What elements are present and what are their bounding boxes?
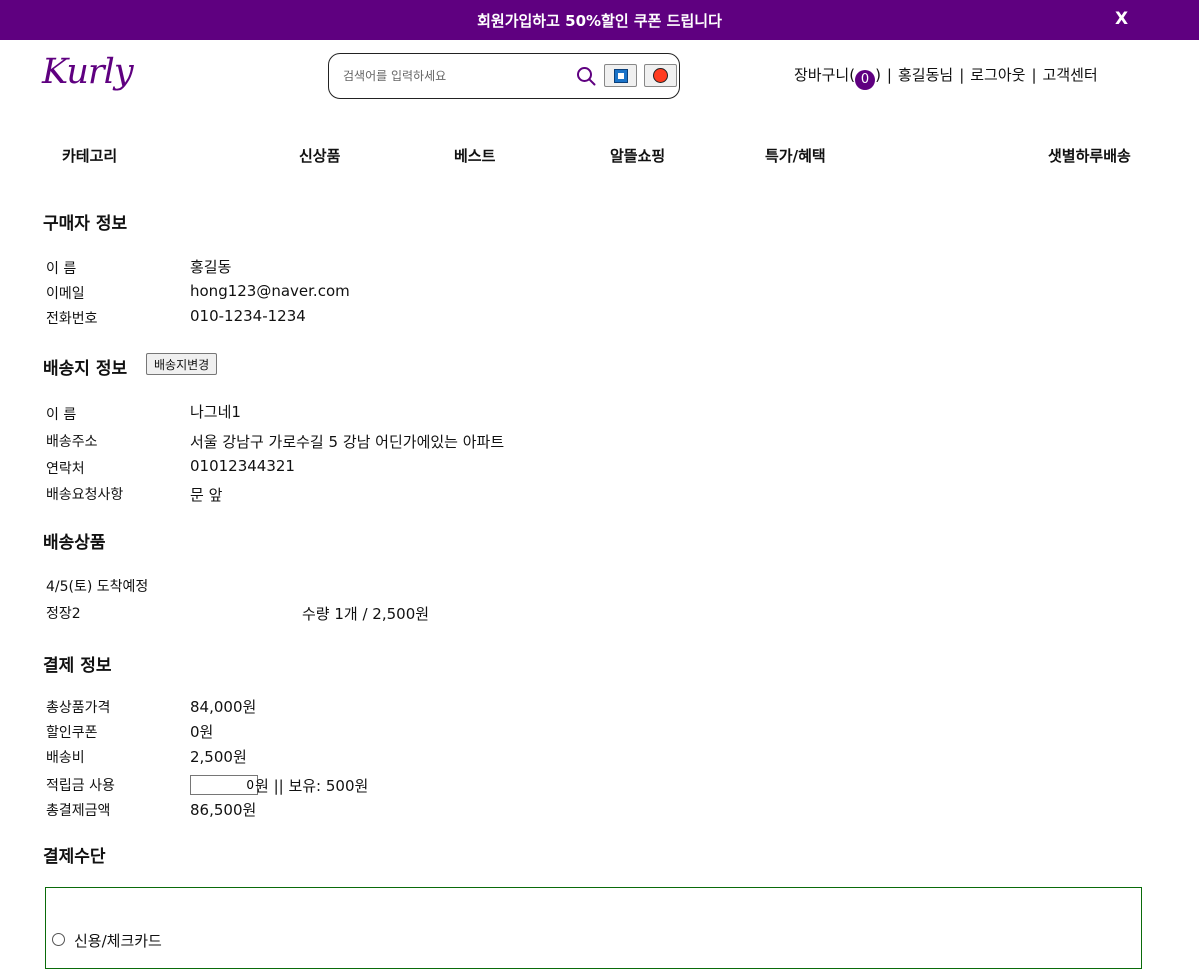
location-icon	[614, 69, 628, 83]
buyer-email-label: 이메일	[46, 286, 85, 302]
card-option-label[interactable]: 신용/체크카드	[74, 930, 162, 951]
nav-thrifty-shopping[interactable]: 알뜰쇼핑	[610, 145, 665, 166]
payment-info-title: 결제 정보	[43, 656, 112, 676]
shipping-fee-value: 2,500원	[190, 748, 247, 766]
buyer-phone-value: 010-1234-1234	[190, 307, 306, 325]
delivery-request-label: 배송요청사항	[46, 487, 124, 503]
logout-link[interactable]: 로그아웃	[970, 66, 1025, 84]
card-radio[interactable]	[52, 933, 65, 946]
promo-banner: 회원가입하고 50%할인 쿠폰 드립니다 X	[0, 0, 1199, 40]
search-input[interactable]	[341, 65, 565, 87]
close-banner-button[interactable]: X	[1115, 9, 1128, 29]
total-product-price-label: 총상품가격	[46, 700, 111, 716]
location-button[interactable]	[604, 64, 637, 87]
total-payment-label: 총결제금액	[46, 803, 111, 819]
buyer-name-label: 이 름	[46, 261, 77, 277]
search-icon[interactable]	[576, 66, 596, 86]
delivery-request-value: 문 앞	[190, 486, 223, 504]
nav-dawn-delivery[interactable]: 샛별하루배송	[1048, 145, 1131, 166]
coupon-label: 할인쿠폰	[46, 725, 98, 741]
divider: |	[1031, 66, 1037, 84]
recipient-name-label: 이 름	[46, 407, 77, 423]
arrival-date: 4/5(토) 도착예정	[46, 579, 149, 595]
buyer-email-value: hong123@naver.com	[190, 282, 350, 300]
cart-count-badge: 0	[855, 70, 876, 90]
nav-best[interactable]: 베스트	[454, 145, 495, 166]
contact-value: 01012344321	[190, 457, 295, 475]
divider: |	[886, 66, 892, 84]
coupon-value: 0원	[190, 723, 214, 741]
product-name: 정장2	[46, 606, 81, 622]
promo-banner-text: 회원가입하고 50%할인 쿠폰 드립니다	[477, 12, 722, 30]
user-links: 장바구니(0) | 홍길동님 | 로그아웃 | 고객센터	[794, 64, 1098, 90]
total-payment-value: 86,500원	[190, 801, 257, 819]
buyer-info-title: 구매자 정보	[43, 214, 128, 234]
delivery-products-title: 배송상품	[43, 533, 106, 553]
points-use-label: 적립금 사용	[46, 778, 115, 794]
shipping-address-value: 서울 강남구 가로수길 5 강남 어딘가에있는 아파트	[190, 433, 505, 451]
nav-special-deals[interactable]: 특가/혜택	[765, 145, 826, 166]
kurly-logo[interactable]: Kurly	[42, 52, 134, 92]
payment-method-box: 신용/체크카드	[45, 887, 1142, 969]
payment-method-title: 결제수단	[43, 847, 106, 867]
nav-new-products[interactable]: 신상품	[299, 145, 340, 166]
divider: |	[959, 66, 965, 84]
recipient-name-value: 나그네1	[190, 403, 241, 421]
product-quantity-price: 수량 1개 / 2,500원	[302, 605, 430, 623]
points-input[interactable]	[190, 775, 258, 795]
buyer-phone-label: 전화번호	[46, 311, 98, 327]
total-product-price-value: 84,000원	[190, 698, 257, 716]
search-box	[328, 53, 680, 99]
shipping-info-title: 배송지 정보	[43, 359, 128, 379]
cart-link[interactable]: 장바구니(0)	[794, 66, 881, 90]
contact-label: 연락처	[46, 461, 85, 477]
points-balance: 원 || 보유: 500원	[255, 777, 369, 795]
change-address-button[interactable]: 배송지변경	[146, 353, 218, 375]
record-icon	[653, 68, 668, 83]
shipping-fee-label: 배송비	[46, 750, 85, 766]
cart-label: 장바구니	[794, 66, 850, 84]
record-button[interactable]	[644, 64, 677, 87]
support-link[interactable]: 고객센터	[1043, 66, 1098, 84]
shipping-address-label: 배송주소	[46, 434, 98, 450]
buyer-name-value: 홍길동	[190, 258, 232, 276]
user-name-link[interactable]: 홍길동님	[898, 66, 953, 84]
nav-category[interactable]: 카테고리	[62, 145, 117, 166]
